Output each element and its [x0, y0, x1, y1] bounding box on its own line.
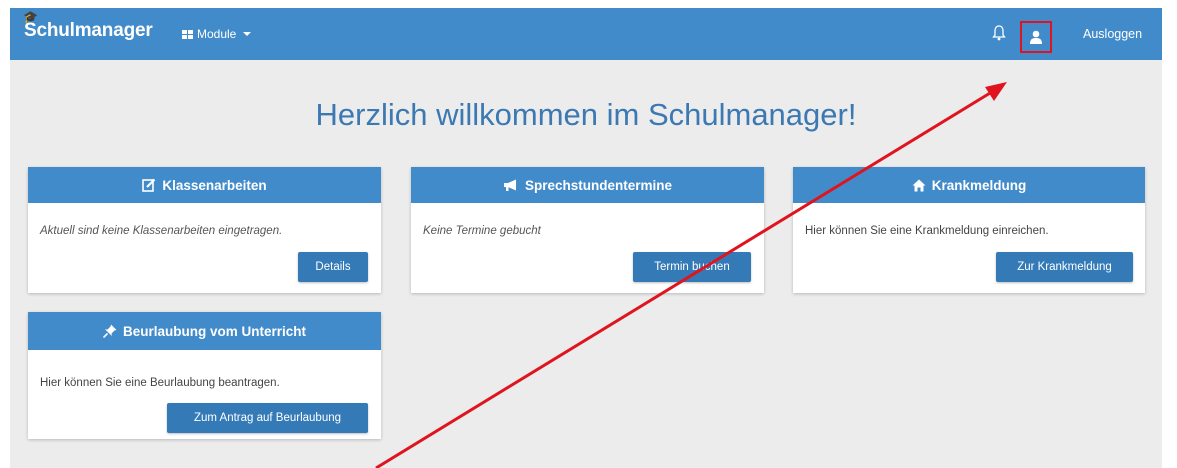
page-title: Herzlich willkommen im Schulmanager! [315, 97, 857, 132]
card-title: Klassenarbeiten [162, 177, 267, 193]
bell-icon[interactable] [992, 24, 1006, 42]
leave-request-button[interactable]: Zum Antrag auf Beurlaubung [167, 403, 368, 433]
brand-logo[interactable]: 🎓 Schulmanager [23, 11, 153, 42]
card-title: Sprechstundentermine [524, 177, 673, 193]
grid-icon [182, 29, 193, 39]
card-title: Beurlaubung vom Unterricht [122, 323, 306, 339]
card-text: Hier können Sie eine Krankmeldung einrei… [805, 225, 1049, 237]
card-krankmeldung: Krankmeldung Hier können Sie eine Krankm… [793, 167, 1145, 293]
details-button[interactable]: Details [298, 252, 368, 282]
top-navbar: 🎓 Schulmanager Module Ausloggen [10, 8, 1162, 60]
megaphone-icon [503, 179, 516, 191]
card-beurlaubung: Beurlaubung vom Unterricht Hier können S… [28, 312, 381, 439]
card-text: Hier können Sie eine Beurlaubung beantra… [40, 377, 280, 389]
brand-name: Schulmanager [24, 20, 153, 41]
modules-label: Module [197, 27, 237, 41]
card-text: Aktuell sind keine Klassenarbeiten einge… [40, 225, 283, 237]
profile-button[interactable] [1020, 21, 1052, 53]
user-icon [1030, 30, 1042, 44]
caret-down-icon [243, 32, 252, 36]
sick-note-button[interactable]: Zur Krankmeldung [996, 252, 1133, 282]
app-frame: 🎓 Schulmanager Module Ausloggen Herzlich… [10, 8, 1162, 468]
card-sprechstundentermine: Sprechstundentermine Keine Termine gebuc… [411, 167, 764, 293]
card-header: Sprechstundentermine [411, 167, 764, 203]
card-header: Krankmeldung [793, 167, 1145, 203]
card-text: Keine Termine gebucht [423, 225, 541, 237]
pushpin-icon [102, 324, 117, 338]
modules-menu[interactable]: Module [182, 27, 252, 41]
card-header: Klassenarbeiten [28, 167, 381, 203]
card-title: Krankmeldung [931, 177, 1027, 193]
book-appointment-button[interactable]: Termin buchen [633, 252, 751, 282]
card-header: Beurlaubung vom Unterricht [28, 312, 381, 350]
edit-icon [142, 178, 156, 192]
home-icon [912, 179, 926, 191]
logout-link[interactable]: Ausloggen [1083, 27, 1142, 41]
graduation-cap-icon: 🎓 [23, 10, 38, 24]
card-klassenarbeiten: Klassenarbeiten Aktuell sind keine Klass… [28, 167, 381, 293]
